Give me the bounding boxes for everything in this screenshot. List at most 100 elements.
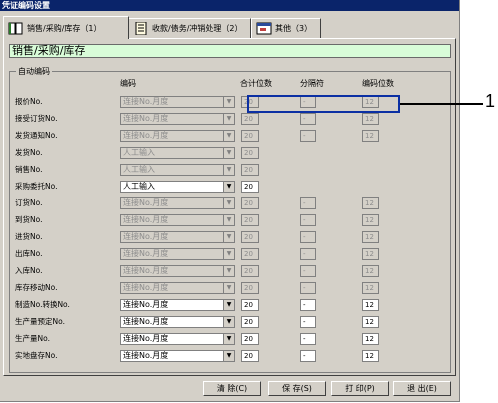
total-digits-field[interactable]: 20 <box>241 316 259 328</box>
row-label: 制造No.转换No. <box>15 300 70 309</box>
total-digits-field[interactable]: 20 <box>241 181 259 193</box>
separator-field: - <box>300 248 316 260</box>
code-method-select: 连接No.月度 ▼ <box>120 265 235 277</box>
row-label: 到货No. <box>15 215 43 224</box>
separator-field[interactable]: - <box>300 299 316 311</box>
total-digits-field: 20 <box>241 265 259 277</box>
dropdown-arrow-icon: ▼ <box>223 198 234 208</box>
code-digits-field: 12 <box>362 130 379 142</box>
separator-field: - <box>300 130 316 142</box>
row-label: 进货No. <box>15 232 43 241</box>
column-header-code-digits: 编码位数 <box>362 79 394 88</box>
code-method-value: 连接No.月度 <box>123 232 169 241</box>
total-digits-field: 20 <box>241 164 259 176</box>
code-method-select: 连接No.月度 ▼ <box>120 130 235 142</box>
total-digits-field[interactable]: 20 <box>241 333 259 345</box>
code-digits-field[interactable]: 12 <box>362 333 379 345</box>
dropdown-arrow-icon: ▼ <box>223 334 234 344</box>
code-method-select[interactable]: 人工输入 ▼ <box>120 181 235 193</box>
code-method-value: 连接No.月度 <box>123 334 169 343</box>
code-digits-field: 12 <box>362 214 379 226</box>
code-digits-field[interactable]: 12 <box>362 316 379 328</box>
code-method-value: 连接No.月度 <box>123 351 169 360</box>
code-digits-field[interactable]: 12 <box>362 299 379 311</box>
code-method-select: 连接No.月度 ▼ <box>120 248 235 260</box>
code-method-value: 连接No.月度 <box>123 131 169 140</box>
row-label: 销售No. <box>15 165 43 174</box>
code-digits-field: 12 <box>362 113 379 125</box>
code-method-value: 连接No.月度 <box>123 300 169 309</box>
code-method-select: 连接No.月度 ▼ <box>120 197 235 209</box>
tab-receivables-debts[interactable]: 收款/债务/冲销处理（2） <box>128 18 251 38</box>
separator-field[interactable]: - <box>300 316 316 328</box>
separator-field: - <box>300 113 316 125</box>
dropdown-arrow-icon: ▼ <box>223 317 234 327</box>
code-digits-field: 12 <box>362 197 379 209</box>
code-method-value: 连接No.月度 <box>123 283 169 292</box>
code-method-value: 连接No.月度 <box>123 266 169 275</box>
separator-field: - <box>300 197 316 209</box>
separator-field[interactable]: - <box>300 333 316 345</box>
total-digits-field[interactable]: 20 <box>241 350 259 362</box>
callout-highlight-box <box>247 95 400 113</box>
code-method-select[interactable]: 连接No.月度 ▼ <box>120 333 235 345</box>
tab-label: 其他（3） <box>275 24 313 33</box>
code-method-select: 连接No.月度 ▼ <box>120 113 235 125</box>
tab-other[interactable]: 其他（3） <box>251 18 321 38</box>
row-label: 采购委托No. <box>15 182 58 191</box>
code-method-value: 连接No.月度 <box>123 114 169 123</box>
settings-window: 凭证编码设置 销售/采购/库存（1） 收款/债务/冲销处理（2） 其他（3） 销… <box>0 0 460 402</box>
code-digits-field: 12 <box>362 282 379 294</box>
callout-number: 1 <box>485 91 496 111</box>
dropdown-arrow-icon: ▼ <box>223 131 234 141</box>
code-method-select: 人工输入 ▼ <box>120 147 235 159</box>
code-method-select: 连接No.月度 ▼ <box>120 214 235 226</box>
row-label: 生产量预定No. <box>15 317 65 326</box>
separator-field[interactable]: - <box>300 350 316 362</box>
total-digits-field: 20 <box>241 248 259 260</box>
row-label: 发货No. <box>15 148 43 157</box>
dropdown-arrow-icon: ▼ <box>223 300 234 310</box>
print-button[interactable]: 打 印(P) <box>331 381 389 396</box>
tab-label: 收款/债务/冲销处理（2） <box>152 24 243 33</box>
code-digits-field[interactable]: 12 <box>362 350 379 362</box>
total-digits-field: 20 <box>241 214 259 226</box>
row-label: 实地盘存No. <box>15 351 58 360</box>
code-method-select[interactable]: 连接No.月度 ▼ <box>120 316 235 328</box>
column-header-total-digits: 合计位数 <box>240 79 272 88</box>
exit-button[interactable]: 退 出(E) <box>393 381 451 396</box>
dropdown-arrow-icon: ▼ <box>223 165 234 175</box>
row-label: 报价No. <box>15 97 43 106</box>
group-label: 自动编码 <box>16 66 52 77</box>
dropdown-arrow-icon: ▼ <box>223 266 234 276</box>
separator-field: - <box>300 282 316 294</box>
dropdown-arrow-icon: ▼ <box>223 351 234 361</box>
code-method-select[interactable]: 连接No.月度 ▼ <box>120 350 235 362</box>
book-icon <box>8 22 23 34</box>
total-digits-field: 20 <box>241 197 259 209</box>
code-method-value: 连接No.月度 <box>123 198 169 207</box>
window-icon <box>256 22 272 35</box>
row-label: 接受订货No. <box>15 114 58 123</box>
section-title: 销售/采购/库存 <box>9 44 451 58</box>
column-header-code: 编码 <box>120 79 136 88</box>
code-method-value: 连接No.月度 <box>123 97 169 106</box>
clear-button[interactable]: 清 除(C) <box>203 381 261 396</box>
row-label: 库存移动No. <box>15 283 58 292</box>
code-digits-field: 12 <box>362 231 379 243</box>
dropdown-arrow-icon: ▼ <box>223 249 234 259</box>
code-digits-field: 12 <box>362 265 379 277</box>
column-header-separator: 分隔符 <box>300 79 324 88</box>
total-digits-field[interactable]: 20 <box>241 299 259 311</box>
code-method-value: 连接No.月度 <box>123 249 169 258</box>
code-method-select: 人工输入 ▼ <box>120 164 235 176</box>
code-method-value: 人工输入 <box>123 182 155 191</box>
separator-field: - <box>300 214 316 226</box>
save-button[interactable]: 保 存(S) <box>268 381 326 396</box>
row-label: 入库No. <box>15 266 43 275</box>
code-method-select: 连接No.月度 ▼ <box>120 96 235 108</box>
total-digits-field: 20 <box>241 282 259 294</box>
code-method-select[interactable]: 连接No.月度 ▼ <box>120 299 235 311</box>
callout-leader-line <box>400 103 483 105</box>
tab-sales-purchase-stock[interactable]: 销售/采购/库存（1） <box>3 16 129 39</box>
